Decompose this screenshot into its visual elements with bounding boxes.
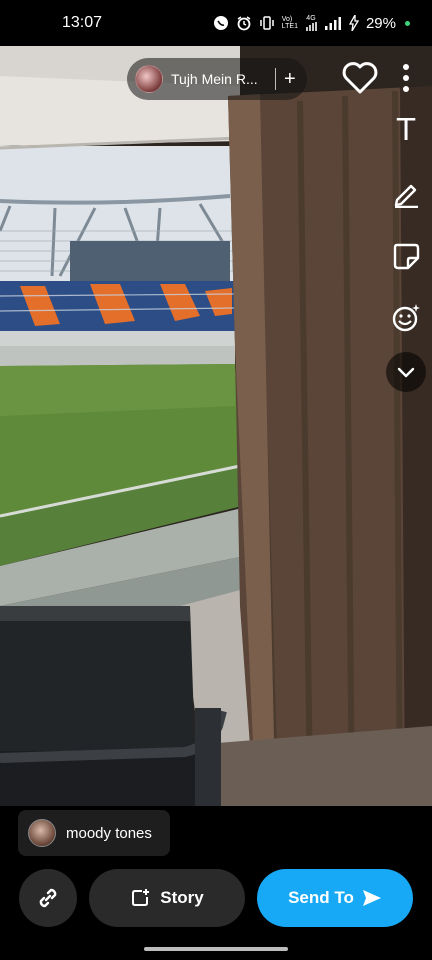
home-indicator[interactable] [144, 947, 288, 951]
link-icon [39, 888, 57, 908]
music-title: Tujh Mein R... [171, 71, 258, 87]
story-button[interactable]: Story [89, 869, 245, 927]
add-story-icon [132, 889, 150, 906]
status-bar: 13:07 Vo) LTE1 4G 29% [0, 0, 432, 46]
story-label: Story [160, 888, 204, 907]
dot [403, 75, 409, 81]
charging-icon [348, 15, 359, 31]
music-album-art [135, 65, 163, 93]
filter-chip[interactable]: moody tones [18, 810, 170, 856]
text-tool-label: T [396, 112, 416, 148]
send-to-button[interactable]: Send To [257, 869, 413, 927]
send-to-label: Send To [288, 888, 354, 907]
music-pill[interactable]: Tujh Mein R... + [127, 58, 307, 100]
vibrate-icon [260, 16, 274, 30]
filter-label: moody tones [66, 824, 152, 842]
status-icons: Vo) LTE1 4G 29% [213, 15, 410, 32]
pen-icon[interactable] [386, 173, 426, 213]
dot [403, 86, 409, 92]
text-tool-icon[interactable]: T [386, 110, 426, 150]
network-bottom: LTE1 [281, 23, 298, 30]
status-time: 13:07 [62, 14, 103, 31]
alarm-icon [237, 16, 251, 31]
heart-icon[interactable] [340, 58, 380, 98]
battery-percent: 29% [365, 14, 396, 32]
link-button[interactable] [19, 869, 77, 927]
chevron-down-icon[interactable] [386, 352, 426, 392]
more-icon[interactable] [396, 60, 416, 96]
network-top: Vo) [281, 16, 293, 23]
dot [403, 64, 409, 70]
wifi-icon: 4G [305, 15, 317, 31]
sticker-icon[interactable] [386, 236, 426, 276]
music-divider [275, 68, 276, 90]
network-info: Vo) LTE1 [282, 16, 298, 30]
lens-icon[interactable] [386, 298, 426, 338]
network-type: 4G [306, 15, 316, 22]
snap-photo[interactable] [0, 46, 432, 806]
privacy-dot [405, 20, 410, 26]
music-add-button[interactable]: + [284, 69, 296, 89]
whatsapp-icon [213, 16, 228, 30]
filter-avatar [28, 819, 56, 847]
send-arrow-icon [362, 890, 381, 906]
signal-icon [324, 17, 341, 30]
